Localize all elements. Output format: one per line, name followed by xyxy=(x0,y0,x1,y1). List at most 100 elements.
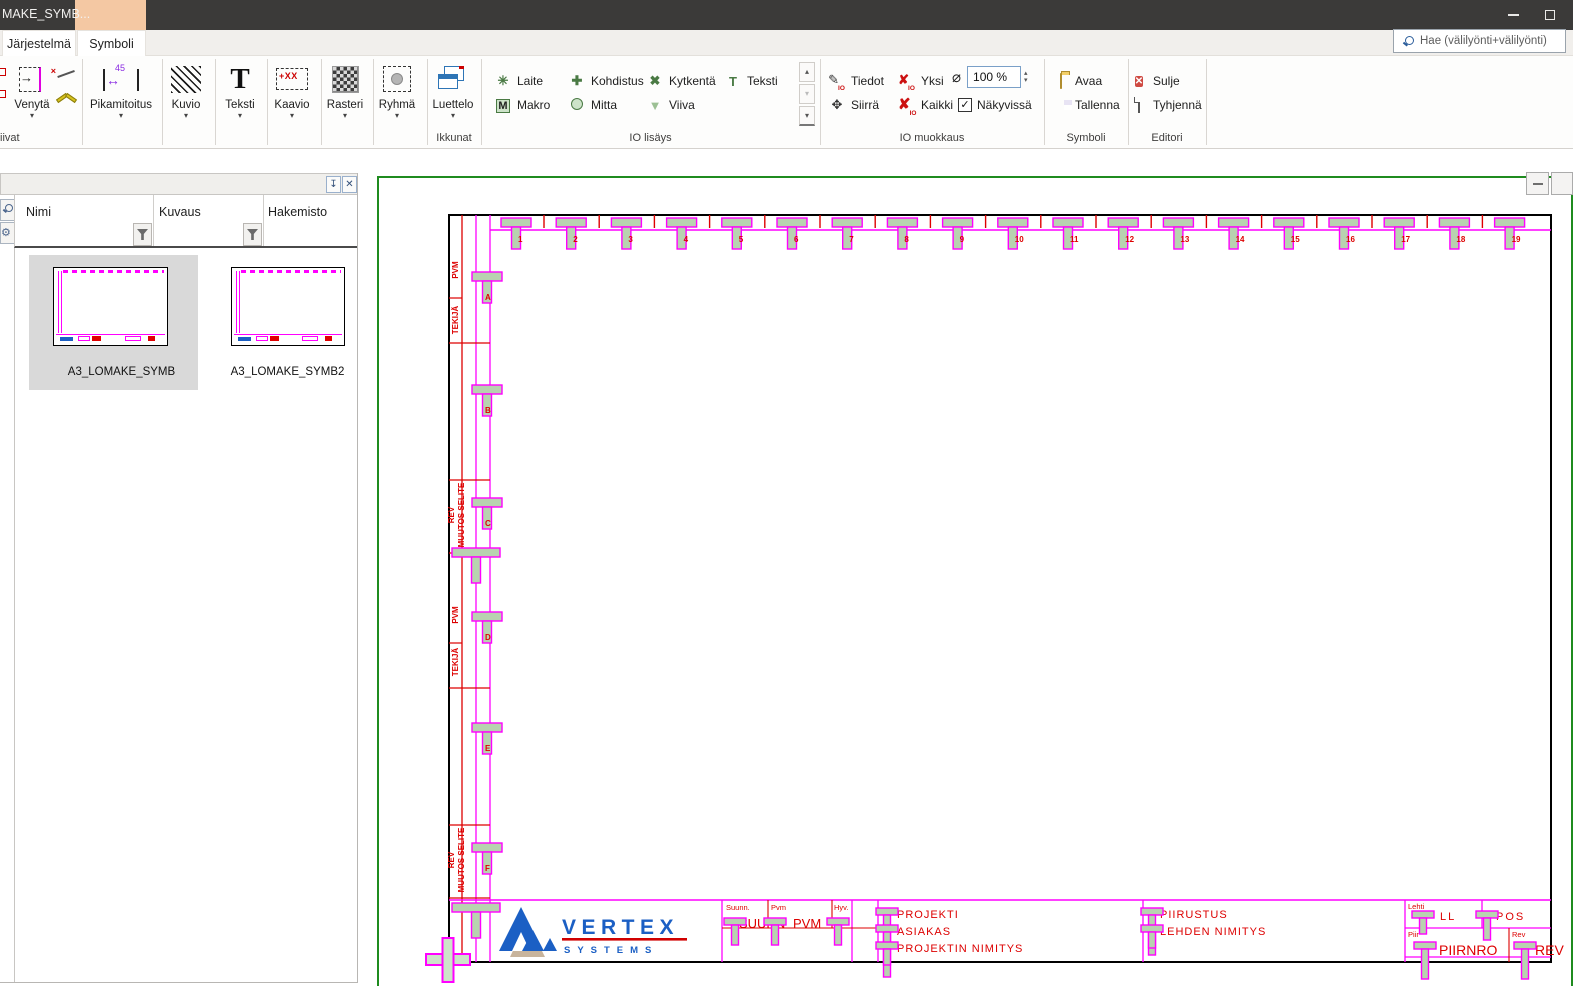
measure-circle-icon xyxy=(571,98,583,110)
ryhma-button[interactable]: Ryhmä ▾ xyxy=(371,60,423,132)
io-connector[interactable] xyxy=(452,548,500,583)
ribbon-expand-button[interactable]: ▾ xyxy=(799,106,815,126)
zoom-down-button[interactable]: ▾ xyxy=(1024,77,1028,84)
io-connector[interactable] xyxy=(1476,911,1498,940)
io-connector[interactable] xyxy=(827,918,849,945)
io-connector-label: 10 xyxy=(1015,235,1024,244)
io-connector[interactable] xyxy=(764,918,786,945)
siirra-button[interactable]: ✥Siirrä xyxy=(828,94,879,116)
kaavio-button[interactable]: +XX Kaavio ▾ xyxy=(266,60,318,132)
symbol-thumbnail[interactable] xyxy=(53,267,168,346)
ribbon-row-down-button[interactable]: ▾ xyxy=(799,84,815,104)
viiva-button[interactable]: ▼Viiva xyxy=(646,94,695,116)
tiedot-button[interactable]: ✎IOTiedot xyxy=(828,70,884,92)
io-connector-label: 6 xyxy=(794,235,799,244)
sulje-button[interactable]: ✕Sulje xyxy=(1130,70,1180,92)
vertex-logo: VERTEX SYSTEMS xyxy=(499,907,687,957)
yksi-button[interactable]: ✘IOYksi xyxy=(898,70,944,92)
symbol-thumbnail[interactable] xyxy=(231,267,345,346)
io-connector[interactable]: 9 xyxy=(943,218,973,249)
io-connector[interactable] xyxy=(452,903,500,938)
io-connector[interactable]: 4 xyxy=(667,218,697,249)
strip-label-muutos-selite: MUUTOS SELITE xyxy=(457,482,466,547)
strip-label-muutos-selite: MUUTOS SELITE xyxy=(457,827,466,892)
zoom-up-button[interactable]: ▴ xyxy=(1024,70,1028,77)
field-projekti: PROJEKTI xyxy=(897,909,959,921)
symbol-list: A3_LOMAKE_SYMB A3_LOMAKE_SYMB2 xyxy=(14,248,358,982)
luettelo-button[interactable]: Luettelo ▾ xyxy=(425,60,481,132)
io-connector[interactable]: 1 xyxy=(501,218,531,249)
canvas-restore-button[interactable] xyxy=(1551,172,1573,195)
symbol-panel-titlebar[interactable]: ↧ ✕ xyxy=(0,173,358,195)
symbol-name[interactable]: A3_LOMAKE_SYMB xyxy=(45,366,198,378)
row-selector-gutter[interactable] xyxy=(29,255,45,390)
ribbon-row-up-button[interactable]: ▴ xyxy=(799,62,815,82)
io-connector-label: 8 xyxy=(904,235,909,244)
io-connector[interactable]: 3 xyxy=(611,218,641,249)
symbol-name[interactable]: A3_LOMAKE_SYMB2 xyxy=(211,366,364,378)
field-projektin-nimitys: PROJEKTIN NIMITYS xyxy=(897,943,1023,955)
rasteri-button[interactable]: Rasteri ▾ xyxy=(319,60,371,132)
form-drawing[interactable]: PVM TEKIJÄ REV MUUTOS SELITE PVM TEKIJÄ … xyxy=(363,170,1573,986)
tab-symboli[interactable]: Symboli xyxy=(77,30,146,56)
io-connector[interactable]: 17 xyxy=(1384,218,1414,249)
mitta-button[interactable]: Mitta xyxy=(568,94,617,116)
io-connector[interactable]: 12 xyxy=(1108,218,1138,249)
io-connector[interactable]: 11 xyxy=(1053,218,1083,249)
filter-nimi-button[interactable] xyxy=(133,223,152,246)
zoom-control: ⌀ 100 % ▴▾ xyxy=(952,66,1028,88)
column-header-hakemisto[interactable]: Hakemisto xyxy=(268,205,327,219)
tallenna-button[interactable]: Tallenna xyxy=(1052,94,1120,116)
panel-border[interactable] xyxy=(357,173,358,982)
io-connector[interactable]: 8 xyxy=(887,218,917,249)
kohdistus-button[interactable]: ✚Kohdistus xyxy=(568,70,644,92)
io-connector[interactable]: 16 xyxy=(1329,218,1359,249)
search-box[interactable] xyxy=(1393,29,1566,53)
panel-settings-button[interactable]: ⚙ xyxy=(0,222,15,244)
laite-button[interactable]: ✳Laite xyxy=(494,70,543,92)
tyhjenna-button[interactable]: Tyhjennä xyxy=(1130,94,1202,116)
io-connector[interactable]: 18 xyxy=(1439,218,1469,249)
column-header-kuvaus[interactable]: Kuvaus xyxy=(159,205,201,219)
column-header-nimi[interactable]: Nimi xyxy=(26,205,51,219)
kaikki-button[interactable]: ✘IOKaikki xyxy=(898,94,953,116)
origin-cross[interactable] xyxy=(426,938,470,982)
panel-close-button[interactable]: ✕ xyxy=(342,176,357,193)
io-connector-label: 18 xyxy=(1456,235,1465,244)
minimize-button[interactable] xyxy=(1496,0,1530,30)
teksti-io-button[interactable]: TTeksti xyxy=(724,70,778,92)
makro-button[interactable]: MMakro xyxy=(494,94,550,116)
io-connector[interactable]: 15 xyxy=(1274,218,1304,249)
io-connector[interactable]: 14 xyxy=(1219,218,1249,249)
search-input[interactable] xyxy=(1420,35,1573,47)
chevron-down-icon: ▾ xyxy=(290,112,294,119)
avaa-button[interactable]: Avaa xyxy=(1052,70,1102,92)
canvas-minimize-button[interactable] xyxy=(1526,172,1549,195)
io-connector[interactable] xyxy=(1514,942,1536,979)
panel-search-button[interactable] xyxy=(0,199,15,221)
schema-icon: +XX xyxy=(276,68,308,90)
teksti-button[interactable]: T Teksti ▾ xyxy=(214,60,266,132)
strip-label-rev: REV xyxy=(447,506,456,523)
chevron-down-icon: ▾ xyxy=(395,112,399,119)
io-connector[interactable]: 5 xyxy=(722,218,752,249)
io-connector[interactable]: 7 xyxy=(832,218,862,249)
kuvio-button[interactable]: Kuvio ▾ xyxy=(160,60,212,132)
tab-jarjestelma[interactable]: Järjestelmä xyxy=(2,30,76,56)
filter-kuvaus-button[interactable] xyxy=(243,223,262,246)
io-connector[interactable]: 2 xyxy=(556,218,586,249)
nakyvissa-checkbox[interactable]: ✓Näkyvissä xyxy=(958,94,1032,116)
kytkenta-button[interactable]: ✖Kytkentä xyxy=(646,70,716,92)
io-connector[interactable]: 13 xyxy=(1163,218,1193,249)
maximize-button[interactable] xyxy=(1533,0,1567,30)
null-diameter-icon[interactable]: ⌀ xyxy=(952,68,961,86)
io-connector[interactable] xyxy=(724,918,746,945)
io-connector[interactable]: 10 xyxy=(998,218,1028,249)
group-label-io-lisays: IO lisäys xyxy=(481,132,820,144)
zoom-value-field[interactable]: 100 % xyxy=(967,66,1021,88)
io-connector[interactable]: 6 xyxy=(777,218,807,249)
io-connector[interactable] xyxy=(1414,942,1436,979)
pikamitoitus-button[interactable]: 45↔ Pikamitoitus ▾ xyxy=(86,60,156,132)
pin-button[interactable]: ↧ xyxy=(326,176,341,193)
io-connector[interactable]: 19 xyxy=(1495,218,1525,249)
